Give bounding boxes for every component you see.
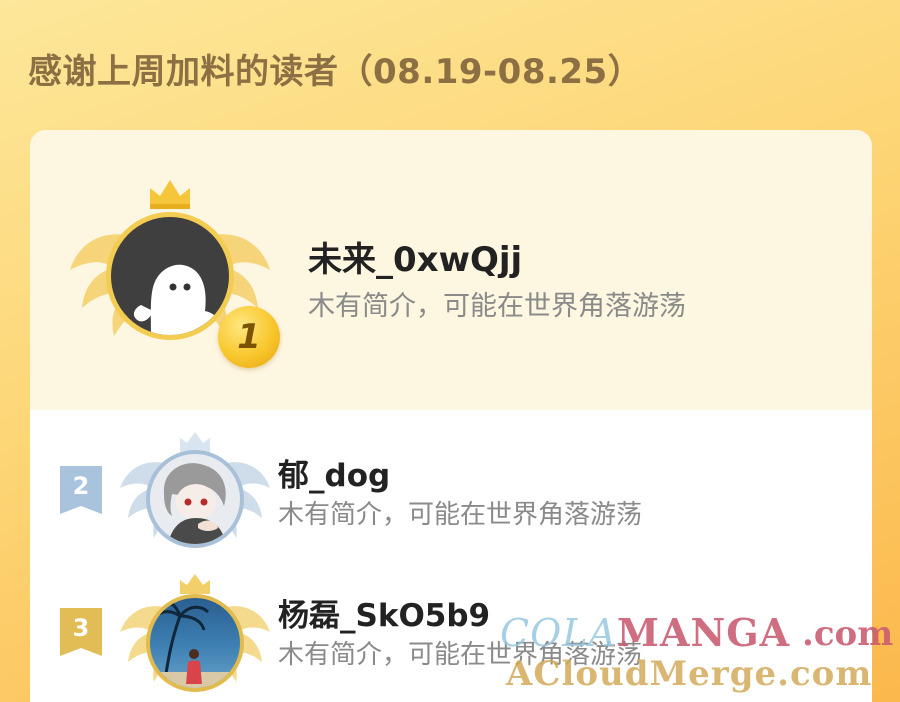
- avatar-beach-photo[interactable]: [146, 594, 244, 692]
- rank-ribbon-icon: 3: [60, 608, 102, 656]
- leaderboard-row-1[interactable]: 1 未来_0xwQjj 木有简介，可能在世界角落游荡: [30, 178, 872, 368]
- rank-medal-icon: 1: [218, 306, 280, 368]
- leaderboard-row-3[interactable]: 3 杨磊_SkO5b9 木有简介，可能在世界角落游荡: [30, 570, 872, 700]
- ghost-avatar-icon: [133, 264, 223, 335]
- rank-number: 2: [72, 472, 90, 500]
- crown-icon: [150, 180, 190, 209]
- reader-name[interactable]: 杨磊_SkO5b9: [278, 590, 490, 635]
- leaderboard-card: 1 未来_0xwQjj 木有简介，可能在世界角落游荡 2 郁_dog 木有简介，…: [30, 130, 872, 702]
- page-title: 感谢上周加料的读者（08.19-08.25）: [28, 52, 643, 92]
- avatar-anime-character[interactable]: [146, 450, 244, 548]
- beach-photo-icon: [150, 600, 240, 688]
- reader-bio: 木有简介，可能在世界角落游荡: [278, 500, 643, 530]
- leaderboard-row-2[interactable]: 2 郁_dog 木有简介，可能在世界角落游荡: [30, 430, 872, 560]
- avatar-frame-silver: [120, 430, 270, 560]
- avatar-frame-gold: 1: [70, 178, 280, 368]
- avatar-frame-bronze: [120, 570, 270, 700]
- reader-name[interactable]: 郁_dog: [278, 450, 390, 495]
- reader-bio: 木有简介，可能在世界角落游荡: [308, 291, 686, 322]
- anime-avatar-icon: [163, 463, 226, 544]
- avatar-ghost[interactable]: [106, 212, 234, 340]
- crown-icon: [180, 574, 210, 594]
- reader-name[interactable]: 未来_0xwQjj: [308, 232, 522, 281]
- rank-ribbon-icon: 2: [60, 466, 102, 514]
- rank-number: 3: [72, 614, 90, 642]
- reader-bio: 木有简介，可能在世界角落游荡: [278, 640, 643, 670]
